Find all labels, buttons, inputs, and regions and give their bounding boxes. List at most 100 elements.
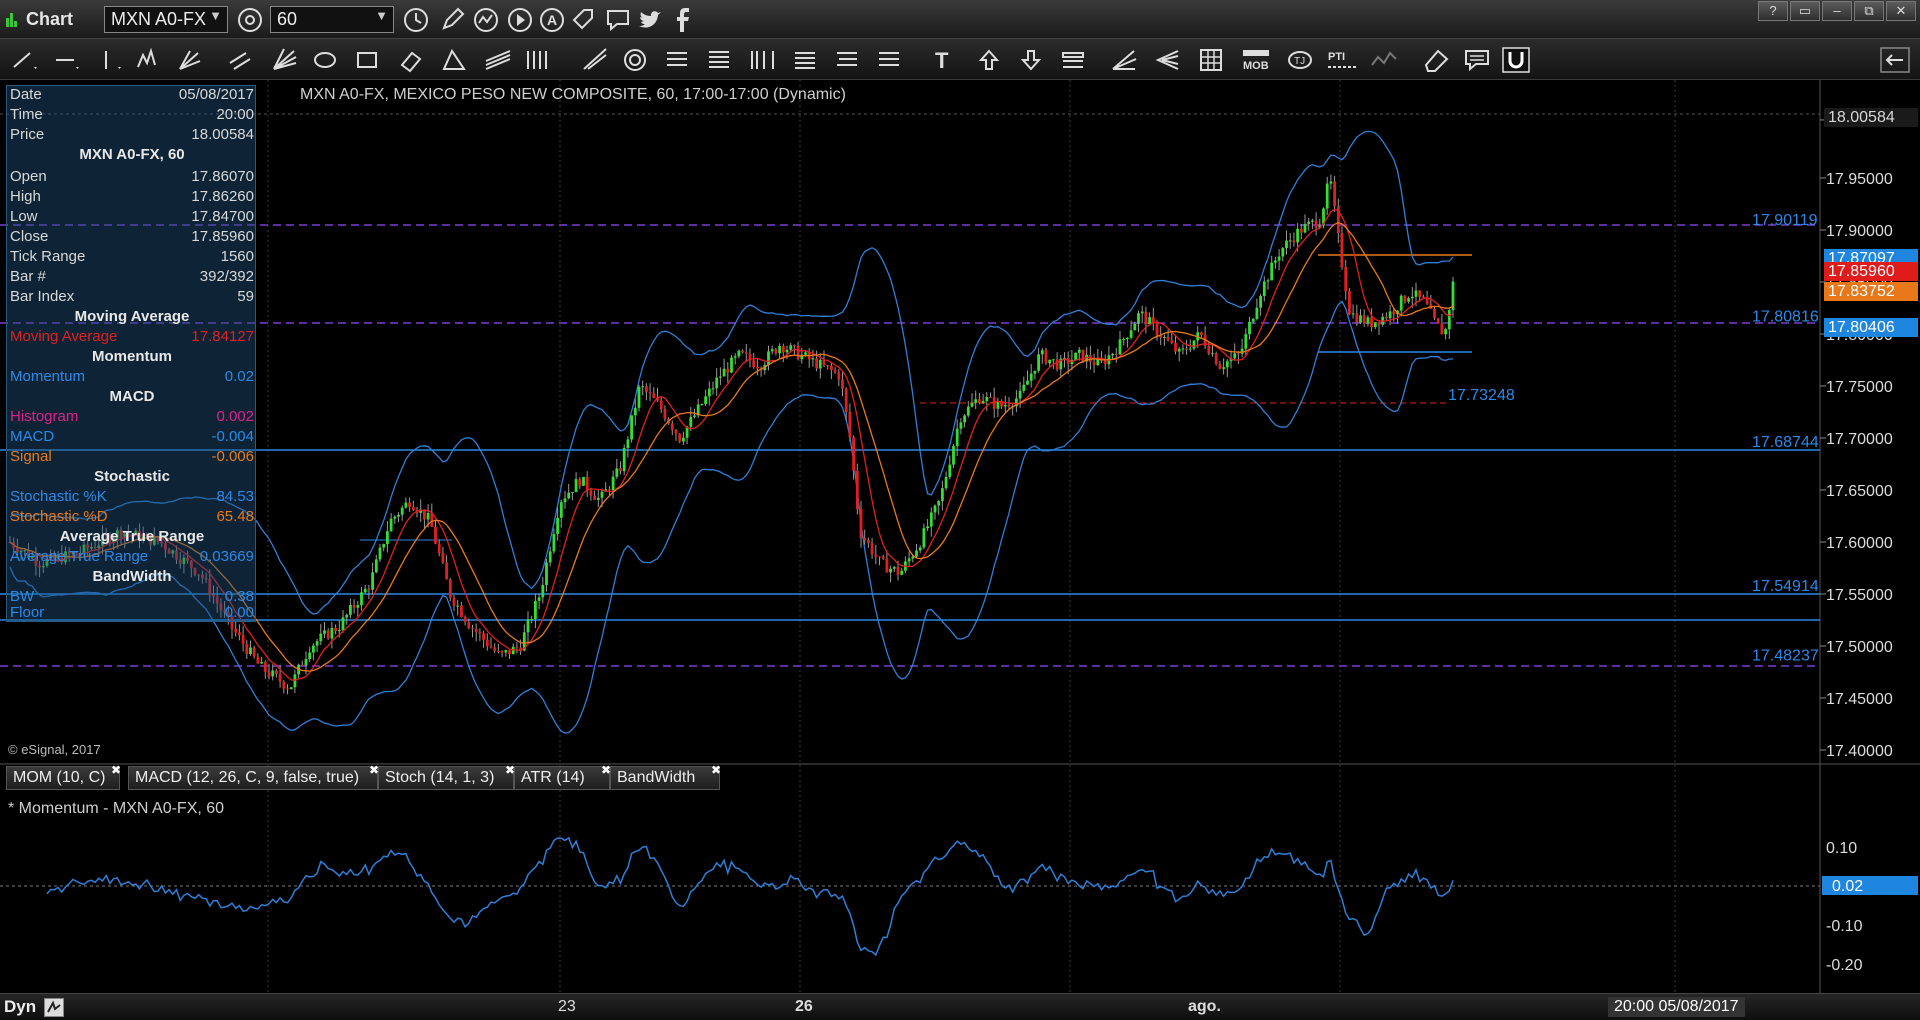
candle-body[interactable] [933,505,937,513]
settings-gear-icon[interactable] [236,6,264,34]
candle-body[interactable] [1163,336,1166,338]
pti-tool-icon[interactable]: PTI [1326,47,1360,73]
candle-body[interactable] [1251,318,1255,322]
candle-body[interactable] [974,399,978,403]
candle-body[interactable] [1366,317,1370,324]
eraser-shape-icon[interactable] [398,47,428,73]
candle-body[interactable] [663,409,667,419]
candle-body[interactable] [963,415,966,423]
tab-atr[interactable]: ATR (14) ✖ [514,763,611,790]
candle-body[interactable] [245,644,249,655]
candle-body[interactable] [1410,296,1414,299]
candle-body[interactable] [411,507,415,511]
candle-body[interactable] [1185,348,1188,350]
candle-body[interactable] [308,652,312,659]
candle-body[interactable] [900,570,904,575]
candle-body[interactable] [1248,321,1251,335]
candle-body[interactable] [363,588,367,593]
candle-body[interactable] [1288,240,1292,242]
candle-body[interactable] [389,518,393,532]
candle-body[interactable] [885,558,889,573]
candle-body[interactable] [674,430,678,434]
candle-body[interactable] [1225,361,1229,368]
horizontal-line-icon[interactable] [52,47,82,73]
candle-body[interactable] [744,352,748,354]
andrews-pitchfork-icon[interactable] [176,47,206,73]
candle-body[interactable] [889,568,892,573]
tj-tool-icon[interactable]: TJ [1286,47,1316,73]
grid-icon[interactable] [1198,47,1228,73]
candle-body[interactable] [463,616,467,623]
candle-body[interactable] [1214,353,1218,365]
candle-body[interactable] [848,411,852,438]
chart-wave-icon[interactable] [472,6,500,34]
candle-body[interactable] [619,468,622,472]
candle-body[interactable] [996,401,1000,409]
candle-body[interactable] [793,345,796,347]
fib-channel-icon[interactable] [834,47,864,73]
vertical-line-icon[interactable] [94,47,124,73]
candle-body[interactable] [1444,329,1447,335]
close-button[interactable]: ✕ [1886,1,1916,21]
candle-body[interactable] [985,396,989,402]
candle-body[interactable] [1240,348,1244,354]
close-icon[interactable]: ✖ [711,763,721,777]
candle-body[interactable] [1255,307,1259,319]
clock-icon[interactable] [402,6,430,34]
momentum-panel[interactable]: * Momentum - MXN A0-FX, 60 0.100.00-0.10… [0,765,1920,993]
candle-body[interactable] [1259,296,1262,308]
candle-body[interactable] [1355,313,1359,323]
candle-body[interactable] [474,628,478,633]
candle-body[interactable] [1266,280,1270,282]
candle-body[interactable] [1111,353,1114,356]
candle-body[interactable] [1114,353,1118,355]
candle-body[interactable] [1055,359,1059,370]
candle-body[interactable] [637,386,641,408]
candle-body[interactable] [382,544,386,548]
candle-body[interactable] [460,605,463,617]
candle-body[interactable] [1274,260,1277,263]
candle-body[interactable] [1407,298,1410,302]
tag-icon[interactable] [570,6,598,34]
candle-body[interactable] [1296,228,1299,243]
candle-body[interactable] [959,422,963,429]
candle-body[interactable] [556,517,559,535]
candle-body[interactable] [249,647,252,655]
candle-body[interactable] [1433,309,1436,319]
candle-body[interactable] [719,376,722,378]
speed-lines-icon[interactable] [1110,47,1140,73]
candle-body[interactable] [926,526,929,529]
candle-body[interactable] [907,558,911,562]
candle-body[interactable] [585,477,589,491]
candle-body[interactable] [1377,322,1381,325]
candle-body[interactable] [1044,350,1048,364]
candle-body[interactable] [1237,353,1240,355]
candle-body[interactable] [559,502,563,518]
candle-body[interactable] [1303,223,1307,233]
candle-body[interactable] [1333,181,1336,207]
candle-body[interactable] [1137,313,1140,324]
candle-body[interactable] [837,372,841,380]
fib-fan-icon[interactable] [792,47,822,73]
candle-body[interactable] [319,633,323,642]
candle-body[interactable] [500,651,504,653]
candle-body[interactable] [541,585,545,598]
close-icon[interactable]: ✖ [111,763,121,777]
candle-body[interactable] [482,633,485,640]
candle-body[interactable] [489,646,493,648]
candle-body[interactable] [537,597,541,601]
candle-body[interactable] [238,632,241,636]
candle-body[interactable] [1007,404,1011,407]
candle-body[interactable] [548,551,552,563]
arrow-up-icon[interactable] [976,47,1006,73]
candle-body[interactable] [371,572,374,590]
candle-body[interactable] [633,407,637,416]
candle-body[interactable] [252,647,256,657]
candle-body[interactable] [1281,248,1285,257]
candle-body[interactable] [1133,323,1137,331]
candle-body[interactable] [1244,334,1248,349]
candle-body[interactable] [397,514,400,517]
candle-body[interactable] [596,497,600,500]
candle-body[interactable] [367,588,371,590]
candle-body[interactable] [1048,359,1052,364]
